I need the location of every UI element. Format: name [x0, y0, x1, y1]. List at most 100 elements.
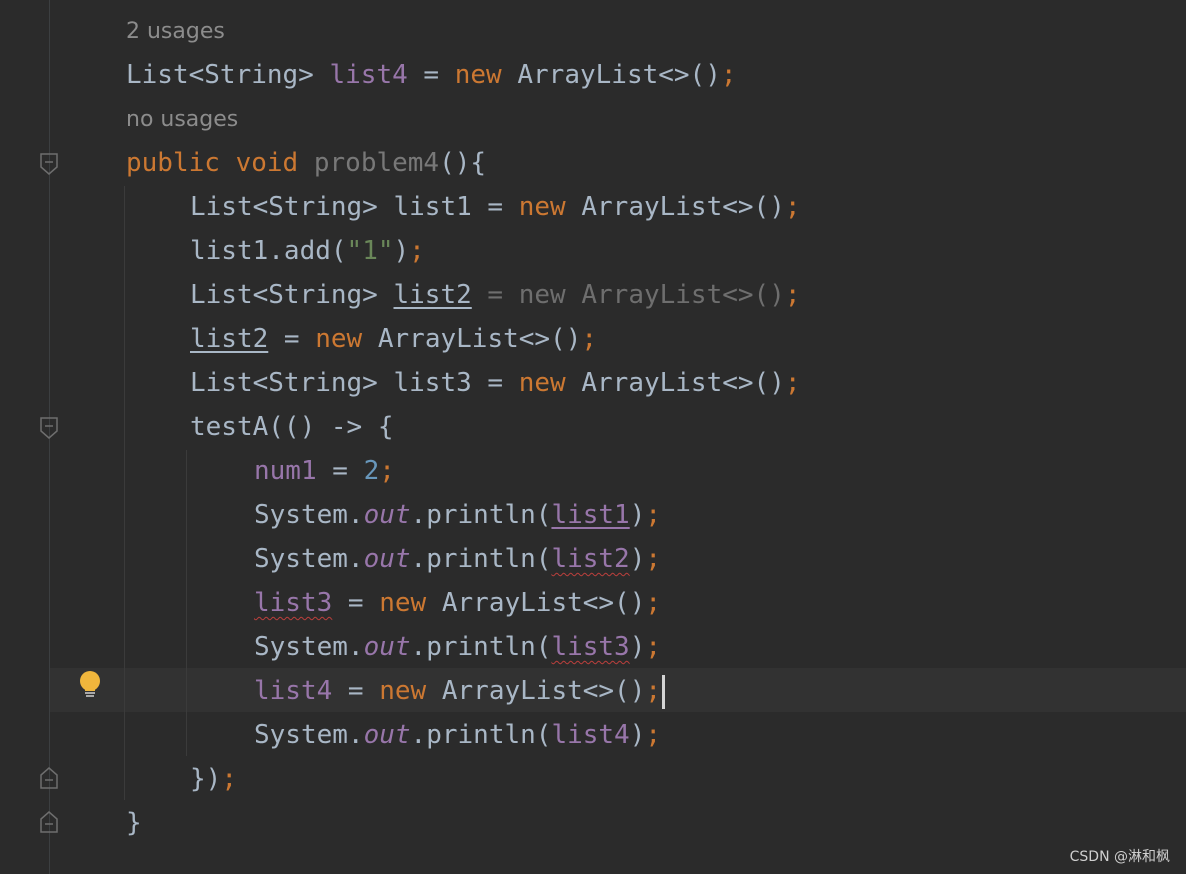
code-token: System.	[254, 500, 364, 530]
code-line[interactable]: public void problem4(){	[126, 141, 486, 185]
code-token: =	[268, 324, 316, 354]
code-token: System.	[254, 544, 364, 574]
code-line[interactable]: List<String> list3 = new ArrayList<>();	[190, 361, 801, 405]
code-token: ;	[784, 280, 801, 310]
code-token: 2	[363, 456, 380, 486]
fold-end-marker-icon[interactable]	[40, 767, 58, 789]
watermark: CSDN @淋和枫	[1069, 849, 1170, 865]
code-token: List<String>	[126, 60, 330, 90]
code-line[interactable]: System.out.println(list4);	[254, 713, 661, 757]
code-token: testA(() -> {	[190, 412, 394, 442]
code-token: problem4	[298, 148, 440, 178]
indent-guide-method	[124, 186, 125, 800]
code-token: ArrayList<>()	[565, 368, 785, 398]
code-token: list2	[190, 324, 269, 354]
code-token: ;	[581, 324, 598, 354]
code-token: )	[393, 236, 410, 266]
code-token: new	[379, 676, 427, 706]
code-token: })	[190, 764, 222, 794]
code-token: .println(	[410, 632, 552, 662]
fold-marker-icon[interactable]	[40, 417, 58, 439]
code-token: void	[235, 148, 299, 178]
code-token: ;	[645, 544, 662, 574]
code-line[interactable]: System.out.println(list1);	[254, 493, 661, 537]
code-token: =	[332, 676, 380, 706]
fold-end-marker-icon[interactable]	[40, 811, 58, 833]
code-token: List<String> list3 =	[190, 368, 519, 398]
code-token: new	[454, 60, 502, 90]
code-line[interactable]: }	[126, 801, 142, 845]
code-line[interactable]: List<String> list4 = new ArrayList<>();	[126, 53, 737, 97]
code-line[interactable]: testA(() -> {	[190, 405, 394, 449]
code-token: list1	[551, 500, 630, 530]
code-token: ;	[379, 456, 395, 486]
code-token: ;	[221, 764, 237, 794]
fold-marker-icon[interactable]	[40, 153, 58, 175]
code-token: new	[518, 368, 566, 398]
code-token: ArrayList<>()	[426, 588, 646, 618]
code-token: =	[332, 588, 380, 618]
code-token: list2	[393, 280, 472, 310]
code-token: new	[379, 588, 427, 618]
code-token: = new ArrayList<>()	[471, 280, 785, 310]
code-token: num1	[254, 456, 317, 486]
code-line[interactable]: List<String> list1 = new ArrayList<>();	[190, 185, 801, 229]
code-token: .println(	[410, 544, 552, 574]
code-token: List<String> list1 =	[190, 192, 519, 222]
code-token: new	[518, 192, 566, 222]
code-token: .println(	[410, 500, 552, 530]
code-token: )	[629, 544, 646, 574]
code-token: .println(	[410, 720, 552, 750]
code-token: list1.add(	[190, 236, 347, 266]
code-token: list3	[254, 588, 333, 618]
code-token: ;	[784, 192, 801, 222]
code-line[interactable]: });	[190, 757, 237, 801]
code-token: ArrayList<>()	[426, 676, 646, 706]
code-token: list4	[329, 60, 408, 90]
code-token: out	[363, 544, 411, 574]
code-token: ;	[645, 720, 662, 750]
code-token: ;	[409, 236, 425, 266]
code-token: List<String>	[190, 280, 394, 310]
code-token: new	[315, 324, 363, 354]
code-token: )	[629, 500, 646, 530]
indent-guide-lambda	[186, 450, 187, 756]
code-token: ;	[645, 500, 662, 530]
code-token: ArrayList<>()	[362, 324, 582, 354]
code-token: ;	[784, 368, 801, 398]
code-line-current[interactable]: list4 = new ArrayList<>();	[254, 669, 666, 713]
text-caret	[662, 674, 666, 709]
code-line[interactable]: list3 = new ArrayList<>();	[254, 581, 661, 625]
code-token: ;	[645, 676, 662, 706]
code-token: list4	[551, 720, 630, 750]
code-token: (){	[439, 148, 487, 178]
code-token: }	[126, 808, 142, 838]
code-line[interactable]: System.out.println(list2);	[254, 537, 661, 581]
code-token: =	[407, 60, 455, 90]
code-line[interactable]: List<String> list2 = new ArrayList<>();	[190, 273, 801, 317]
code-token: ;	[645, 632, 662, 662]
code-line[interactable]: list2 = new ArrayList<>();	[190, 317, 597, 361]
code-line[interactable]: num1 = 2;	[254, 449, 395, 493]
usages-hint[interactable]: 2 usages	[126, 17, 225, 47]
usages-hint[interactable]: no usages	[126, 105, 238, 135]
code-token: "1"	[346, 236, 394, 266]
code-token: ;	[720, 60, 737, 90]
code-editor[interactable]: 2 usages no usages List<String> list4 = …	[0, 0, 1186, 874]
code-token: list2	[551, 544, 630, 574]
code-token: out	[363, 720, 411, 750]
code-line[interactable]: System.out.println(list3);	[254, 625, 661, 669]
code-token: )	[629, 632, 646, 662]
code-token: ArrayList<>()	[565, 192, 785, 222]
code-token: list3	[551, 632, 630, 662]
code-line[interactable]: list1.add("1");	[190, 229, 425, 273]
code-token: ArrayList<>()	[501, 60, 721, 90]
code-token: list4	[254, 676, 333, 706]
code-token: ;	[645, 588, 662, 618]
intention-bulb-icon[interactable]	[78, 670, 102, 700]
code-token: public	[126, 148, 220, 178]
code-token: =	[316, 456, 364, 486]
code-token: out	[363, 632, 411, 662]
code-token: )	[629, 720, 646, 750]
